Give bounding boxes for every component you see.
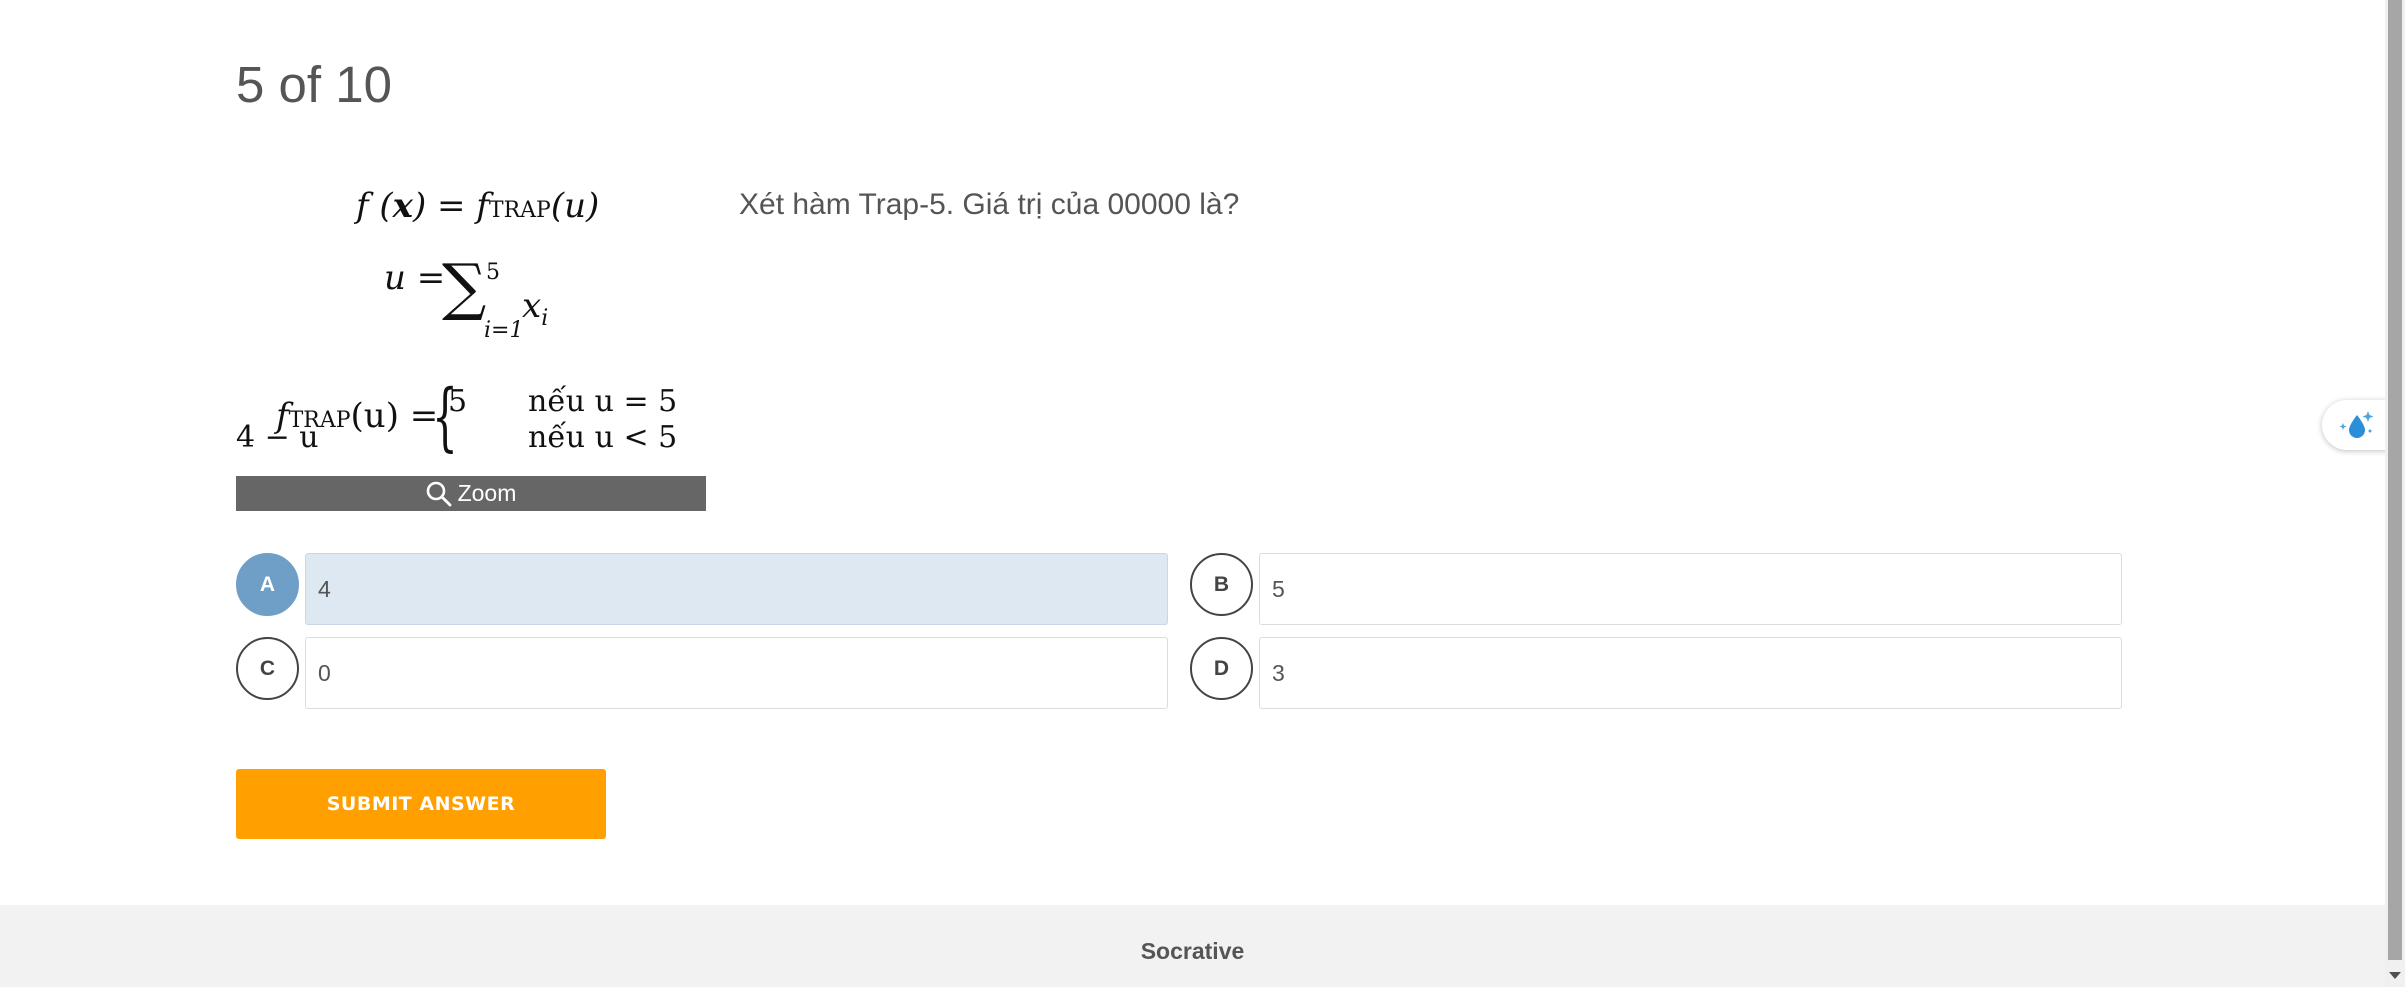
sparkle-drop-icon xyxy=(2339,411,2374,438)
footer: Socrative xyxy=(0,905,2385,987)
choice-d-letter[interactable]: D xyxy=(1190,637,1253,700)
ai-assist-button[interactable] xyxy=(2322,400,2392,450)
choice-a-letter[interactable]: A xyxy=(236,553,299,616)
case-2-value: 4 − u xyxy=(236,420,319,455)
quiz-page: 5 of 10 f (x) = fTRAP(u) u = ∑ 5 i=1 xi … xyxy=(0,0,2405,987)
case-1-value: 5 xyxy=(448,384,468,419)
sigma-term: xi xyxy=(522,286,549,331)
choice-d-answer[interactable]: 3 xyxy=(1259,637,2122,709)
scroll-down-arrow-icon[interactable] xyxy=(2389,972,2401,979)
formula-image: f (x) = fTRAP(u) u = ∑ 5 i=1 xi fTRAP(u)… xyxy=(236,168,706,473)
magnifier-icon xyxy=(426,481,451,506)
case-1-condition: nếu u = 5 xyxy=(528,384,678,419)
footer-brand: Socrative xyxy=(1140,937,1245,964)
choice-a-answer[interactable]: 4 xyxy=(305,553,1168,625)
sigma-upper-bound: 5 xyxy=(486,260,500,285)
vertical-scrollbar[interactable] xyxy=(2385,0,2405,987)
submit-answer-button[interactable]: SUBMIT ANSWER xyxy=(236,769,606,839)
case-2-condition: nếu u < 5 xyxy=(528,420,678,455)
question-progress: 5 of 10 xyxy=(236,56,392,113)
scrollbar-thumb[interactable] xyxy=(2388,0,2402,960)
question-text: Xét hàm Trap-5. Giá trị của 00000 là? xyxy=(739,188,1240,221)
choice-c-letter[interactable]: C xyxy=(236,637,299,700)
choice-c-answer[interactable]: 0 xyxy=(305,637,1168,709)
choice-b-answer[interactable]: 5 xyxy=(1259,553,2122,625)
choice-b-letter[interactable]: B xyxy=(1190,553,1253,616)
sigma-lower-bound: i=1 xyxy=(484,318,524,343)
zoom-label: Zoom xyxy=(457,480,517,506)
sigma-symbol: ∑ xyxy=(442,250,487,323)
zoom-button[interactable]: Zoom xyxy=(236,476,706,511)
formula-line-2-lhs: u = xyxy=(384,258,446,298)
formula-line-1: f (x) = fTRAP(u) xyxy=(356,186,600,226)
